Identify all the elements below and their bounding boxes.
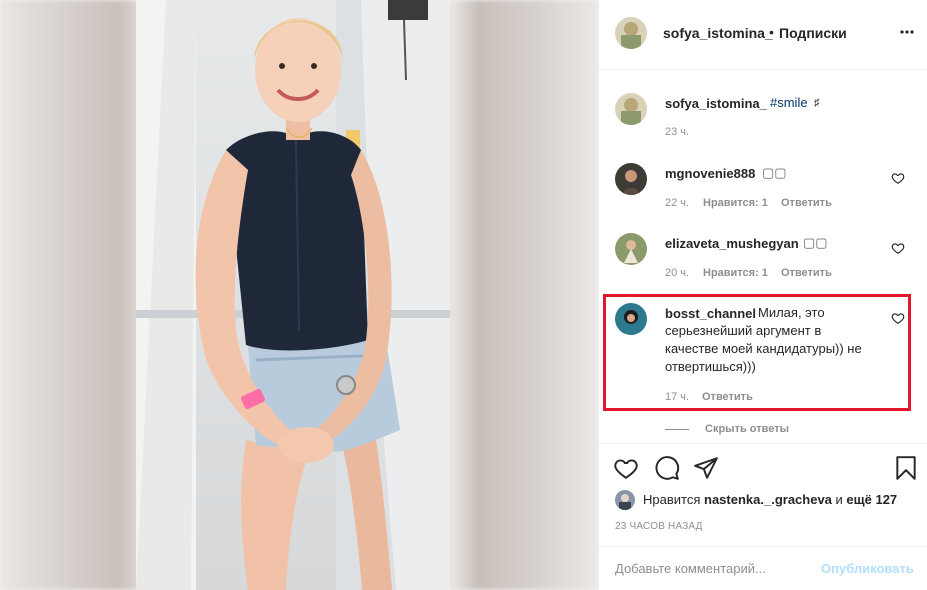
likes-count-button[interactable]: ещё 127 [846,492,897,507]
more-options-icon[interactable] [899,24,915,40]
post-photo-illustration [136,0,450,590]
bookmark-save-icon[interactable] [893,455,919,481]
comment-likes-count[interactable]: Нравится: 1 [703,197,768,209]
caption-author-avatar[interactable] [615,93,647,125]
comment-avatar[interactable] [615,233,647,265]
caption-time[interactable]: 23 ч. [665,126,689,138]
share-direct-icon[interactable] [693,455,719,481]
caption-glyph: ♯ [814,97,820,109]
author-username[interactable]: sofya_istomina_ [663,25,773,41]
comment-text: ▢▢ [762,165,787,180]
caption-hashtag[interactable]: #smile [770,94,808,112]
follow-status-button[interactable]: Подписки [779,25,847,41]
hide-replies-button[interactable]: Скрыть ответы [705,423,789,435]
comment-bubble-icon[interactable] [654,455,680,481]
comment-like-heart-icon[interactable] [891,241,905,255]
like-heart-icon[interactable] [613,455,639,481]
comment-text: ▢▢ [803,235,828,250]
comment-likes-count[interactable]: Нравится: 1 [703,267,768,279]
comment-like-heart-icon[interactable] [891,171,905,185]
highlight-box [603,294,911,411]
comment-avatar[interactable] [615,163,647,195]
liker-username[interactable]: nastenka._.gracheva [704,492,832,507]
post-photo[interactable] [136,0,450,590]
caption-username[interactable]: sofya_istomina_ [665,96,767,111]
comment-username[interactable]: elizaveta_mushegyan [665,236,799,251]
post-header: sofya_istomina_ • Подписки [599,0,927,70]
comment-username[interactable]: mgnovenie888 [665,166,755,181]
author-avatar[interactable] [615,17,647,49]
hide-replies-line [665,429,689,430]
add-comment-bar: Опубликовать [599,546,927,590]
liker-avatar[interactable] [615,490,635,510]
likes-prefix: Нравится [643,492,701,507]
post-photo-area [0,0,598,590]
likes-summary: Нравится nastenka._.gracheva и ещё 127 [643,492,897,507]
publish-button[interactable]: Опубликовать [821,561,914,576]
likes-conjunction: и [835,492,843,507]
comment-reply-button[interactable]: Ответить [781,197,832,209]
add-comment-input[interactable] [615,561,815,576]
comment-time[interactable]: 20 ч. [665,267,689,279]
comment-reply-button[interactable]: Ответить [781,267,832,279]
post-actions-section: Нравится nastenka._.gracheva и ещё 127 2… [599,443,927,589]
comment-time[interactable]: 22 ч. [665,197,689,209]
header-separator: • [769,24,774,40]
post-time-ago[interactable]: 23 ЧАСОВ НАЗАД [615,521,703,532]
